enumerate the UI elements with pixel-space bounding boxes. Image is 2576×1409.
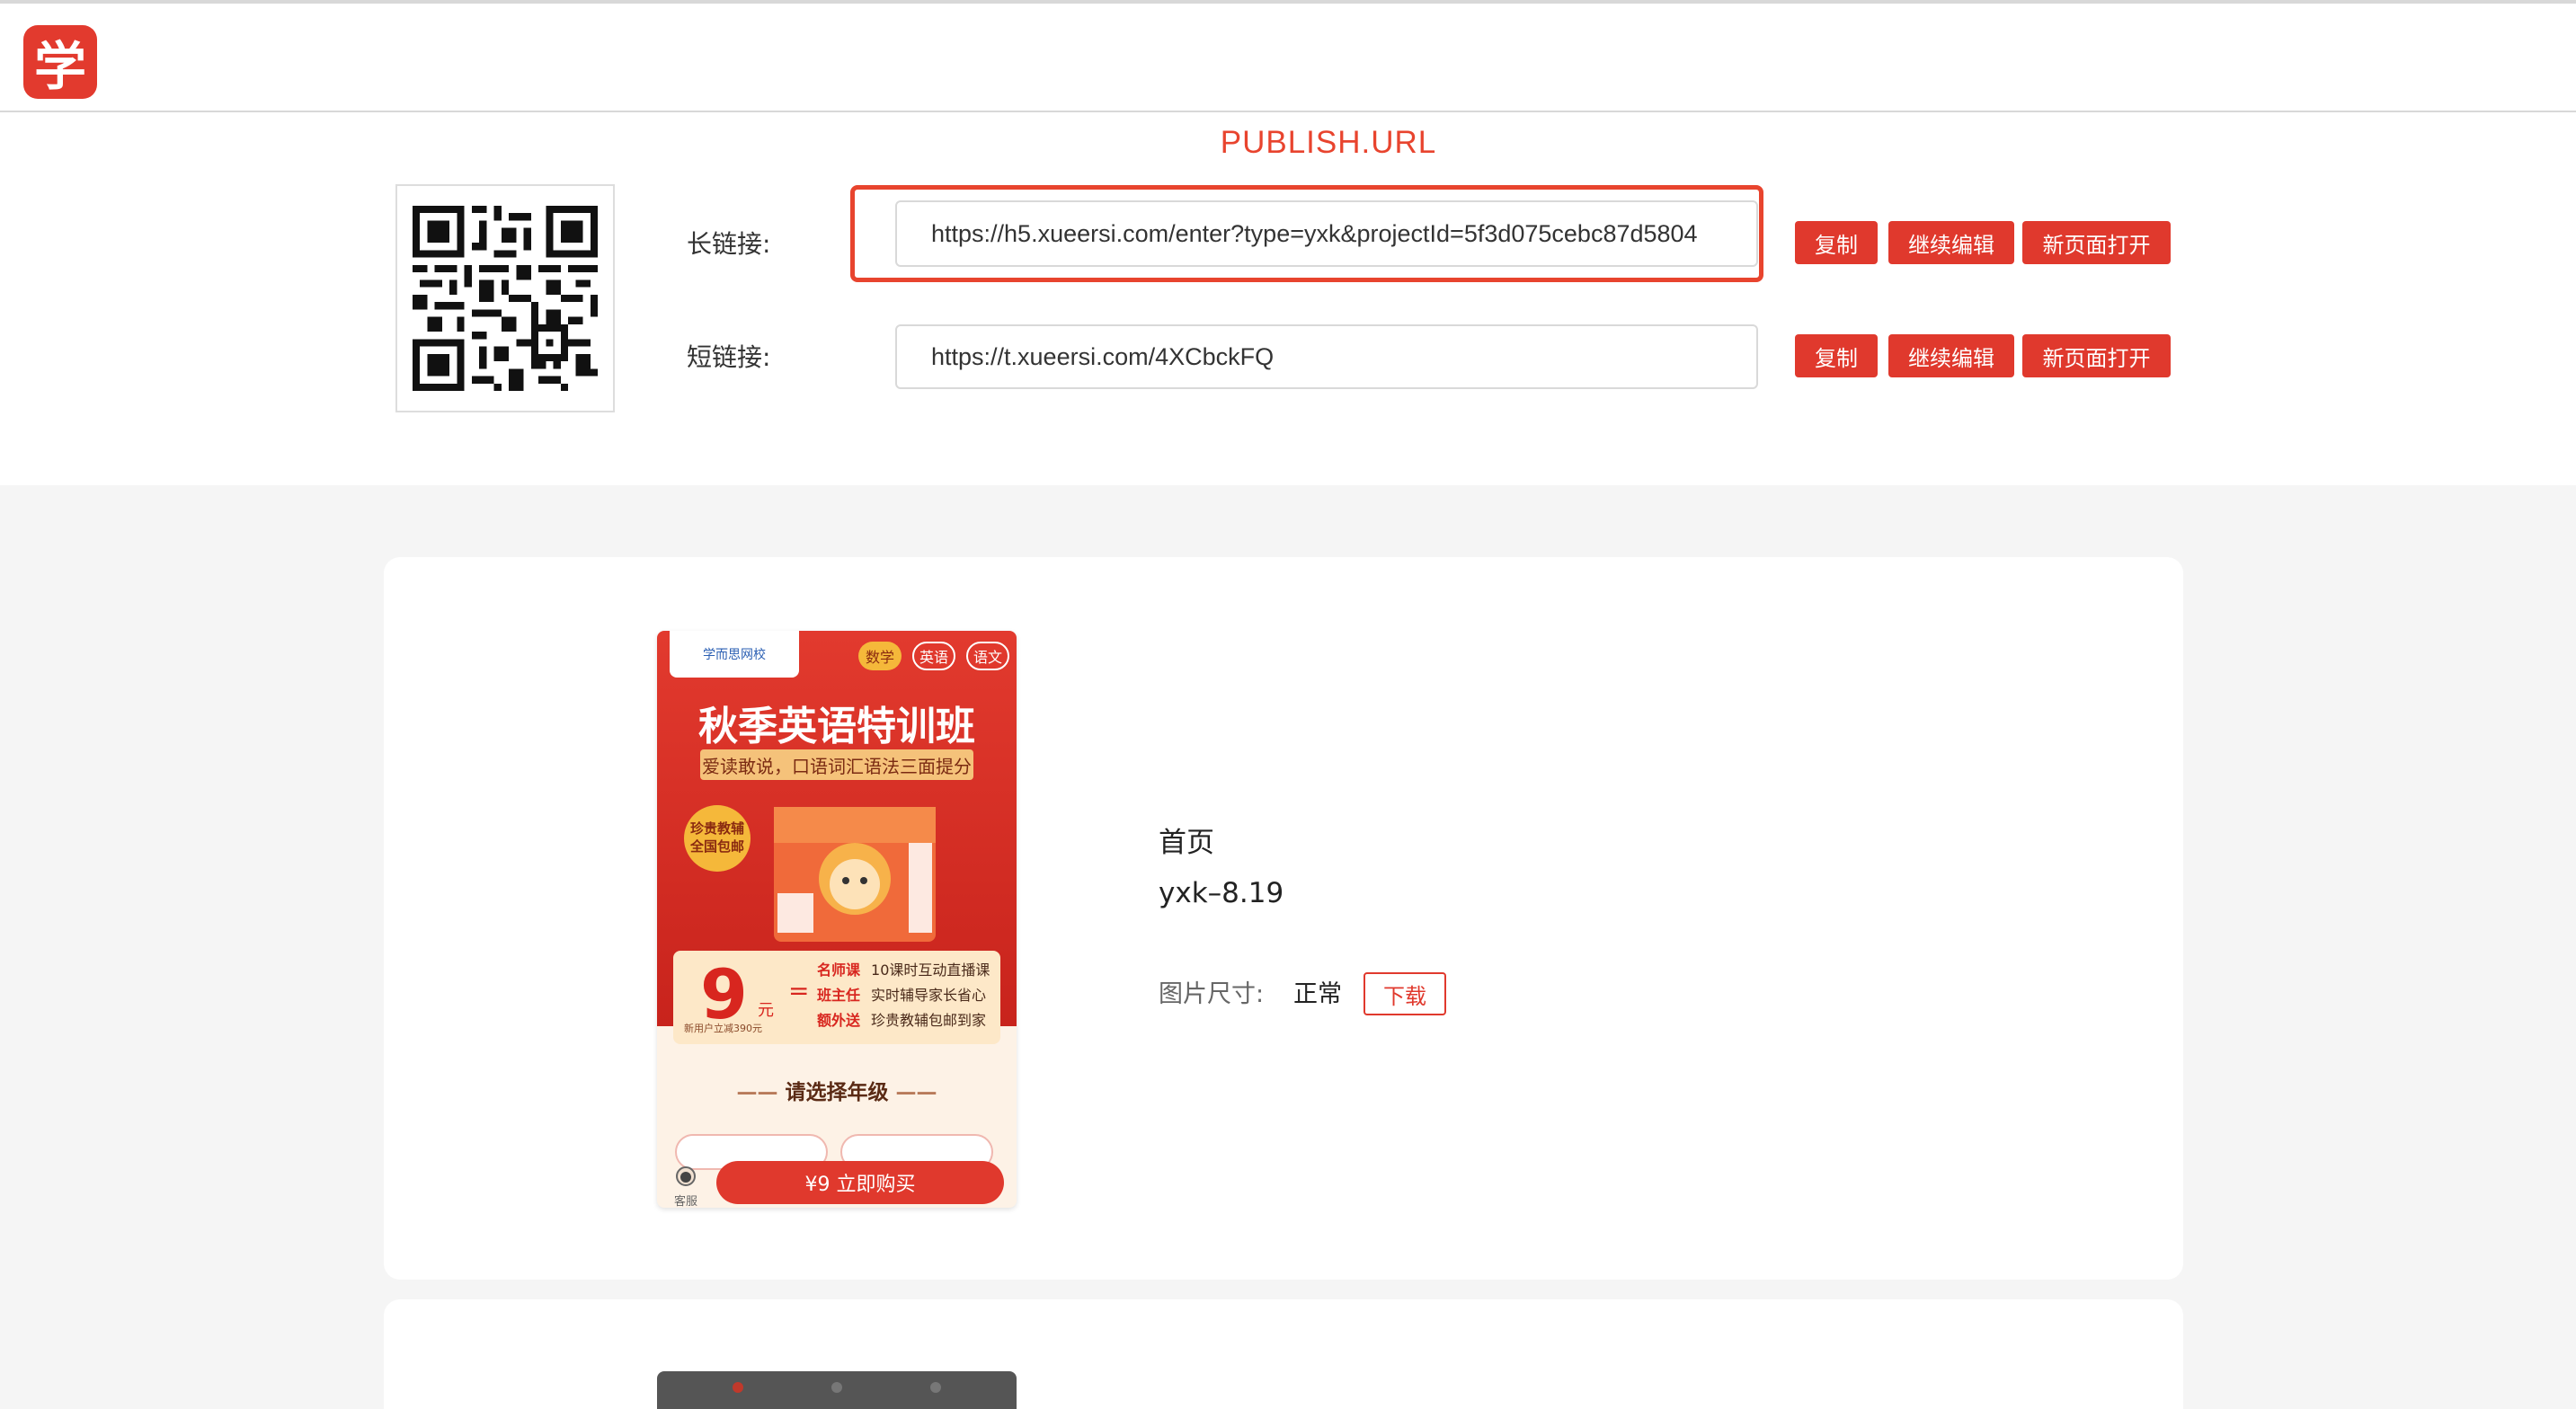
long-link-continue-edit-button[interactable]: 继续编辑 (1888, 221, 2014, 264)
poster-benefit-key: 班主任 (817, 987, 861, 1004)
divider-line: —— (888, 1081, 937, 1104)
poster-grade-text: 请选择年级 (785, 1081, 889, 1104)
poster-price-note: 新用户立减390元 (684, 1023, 762, 1034)
short-link-label: 短链接: (687, 342, 771, 372)
poster-nav-dots-icon (733, 1382, 941, 1393)
poster-equals-sign: = (788, 976, 810, 1006)
image-size-value: 正常 (1293, 980, 1342, 1008)
short-link-continue-edit-button[interactable]: 继续编辑 (1888, 334, 2014, 377)
long-link-open-new-page-button[interactable]: 新页面打开 (2022, 221, 2171, 264)
poster-brand-logo: 学而思网校 (670, 631, 799, 678)
poster-service: 客服 (668, 1165, 704, 1208)
poster-price-unit: 元 (758, 1001, 774, 1020)
page-preview-image[interactable]: 学而思网校 数学 英语 语文 秋季英语特训班 爱读敢说，口语词汇语法三面提分 珍… (657, 631, 1017, 1208)
headset-icon (676, 1166, 696, 1186)
poster-grade-title: —— 请选择年级 —— (657, 1075, 1017, 1105)
page-id: yxk–8.19 (1159, 877, 1284, 909)
poster-price-panel: 9 元 新用户立减390元 = 名师课 10课时互动直播课 班主任 实时辅导家长省心… (673, 951, 1000, 1044)
poster-benefit-value: 珍贵教辅包邮到家 (871, 1012, 987, 1029)
long-link-label: 长链接: (687, 229, 771, 259)
poster-benefit-key: 额外送 (817, 1012, 861, 1029)
top-bar: 学 (0, 0, 2576, 112)
poster-subtitle: 爱读敢说，口语词汇语法三面提分 (700, 749, 973, 780)
poster-benefit: 名师课 10课时互动直播课 (817, 958, 990, 979)
page-card-2 (384, 1299, 2183, 1409)
page-name: 首页 (1159, 827, 1214, 859)
poster-badge-line: 珍贵教辅 (689, 820, 744, 837)
poster-subject-english: 英语 (912, 642, 955, 670)
poster-benefit: 班主任 实时辅导家长省心 (817, 983, 986, 1005)
page-card: 学而思网校 数学 英语 语文 秋季英语特训班 爱读敢说，口语词汇语法三面提分 珍… (384, 557, 2183, 1280)
download-button[interactable]: 下载 (1364, 972, 1446, 1015)
poster-service-label: 客服 (673, 1195, 697, 1208)
publish-panel: PUBLISH.URL 长链接: https://h5.xueersi.com/… (0, 112, 2576, 485)
poster-subject-math: 数学 (858, 642, 902, 670)
monkey-mascot-icon (774, 807, 936, 933)
app-logo[interactable]: 学 (23, 25, 97, 99)
short-link-open-new-page-button[interactable]: 新页面打开 (2022, 334, 2171, 377)
qr-code (395, 184, 615, 412)
page-preview-image-2[interactable] (657, 1371, 1017, 1409)
poster-badge-line: 全国包邮 (689, 838, 744, 855)
publish-title: PUBLISH.URL (1220, 125, 1437, 160)
poster-buy-button: ¥9 立即购买 (716, 1161, 1004, 1204)
poster-subject-chinese: 语文 (966, 642, 1009, 670)
long-link-copy-button[interactable]: 复制 (1795, 221, 1878, 264)
poster-benefit-value: 10课时互动直播课 (871, 961, 990, 979)
poster-benefit-key: 名师课 (817, 961, 861, 979)
short-link-copy-button[interactable]: 复制 (1795, 334, 1878, 377)
poster-gift-box-illustration (774, 807, 936, 942)
long-link-input[interactable] (895, 200, 1758, 267)
poster-benefit: 额外送 珍贵教辅包邮到家 (817, 1008, 986, 1030)
divider-line: —— (736, 1081, 786, 1104)
image-size-label: 图片尺寸: (1159, 980, 1265, 1008)
poster-title: 秋季英语特训班 (698, 704, 975, 749)
qr-code-icon (413, 206, 598, 391)
poster-badge: 珍贵教辅 全国包邮 (684, 805, 751, 872)
poster-benefit-value: 实时辅导家长省心 (871, 987, 987, 1004)
short-link-input[interactable] (895, 324, 1758, 389)
